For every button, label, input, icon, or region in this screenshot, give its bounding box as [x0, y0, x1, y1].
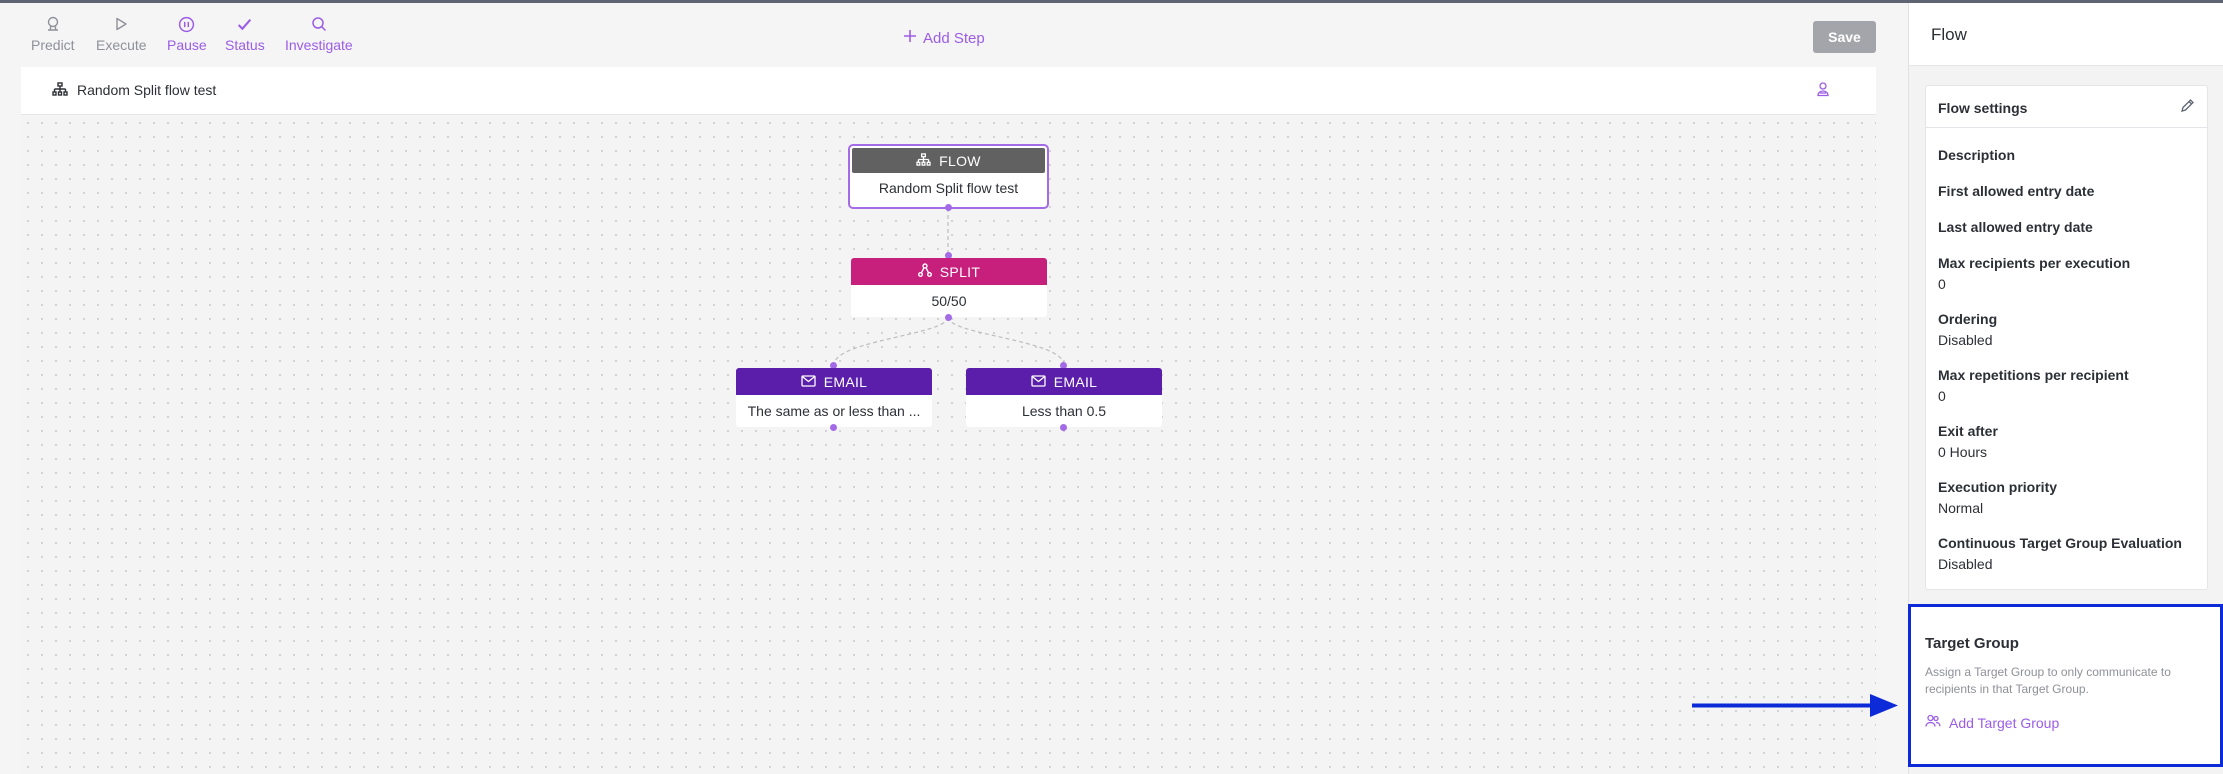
email-node-1[interactable]: EMAIL The same as or less than ... [736, 368, 932, 427]
plus-icon [903, 29, 917, 47]
email-node-header: EMAIL [966, 368, 1162, 395]
field-label: Last allowed entry date [1938, 219, 2093, 235]
email-node-text: Less than 0.5 [1021, 403, 1107, 419]
field-label: First allowed entry date [1938, 183, 2095, 199]
field-label: Description [1938, 147, 2016, 163]
flow-settings-title: Flow settings [1938, 100, 2028, 116]
split-node[interactable]: SPLIT 50/50 [851, 258, 1047, 317]
mail-icon [801, 374, 816, 390]
flow-title: Random Split flow test [77, 82, 217, 98]
status-label: Status [225, 37, 265, 53]
split-node-header: SPLIT [851, 258, 1047, 285]
predict-label: Predict [31, 37, 75, 53]
field-value: Normal [1938, 500, 1984, 516]
investigate-button[interactable]: Investigate [285, 15, 353, 53]
field-value: 0 [1938, 276, 1946, 292]
user-icon[interactable] [1816, 81, 1830, 102]
execute-label: Execute [96, 37, 147, 53]
canvas-header: Random Split flow test [21, 67, 1876, 115]
flow-node-text: Random Split flow test [878, 180, 1019, 196]
pause-button[interactable]: Pause [167, 15, 207, 53]
field-label: Max repetitions per recipient [1938, 367, 2129, 383]
add-step-button[interactable]: Add Step [903, 29, 985, 47]
field-execution-priority: Execution priority Normal [1938, 479, 2057, 516]
predict-button[interactable]: Predict [31, 15, 75, 53]
field-value: 0 Hours [1938, 444, 1988, 460]
panel-header: Flow [1909, 3, 2223, 66]
target-group-title: Target Group [1925, 635, 2019, 652]
save-button[interactable]: Save [1813, 21, 1876, 53]
field-value: 0 [1938, 388, 1946, 404]
field-max-repetitions: Max repetitions per recipient 0 [1938, 367, 2129, 404]
add-step-label: Add Step [923, 29, 985, 47]
field-exit-after: Exit after 0 Hours [1938, 423, 1998, 460]
target-group-description: Assign a Target Group to only communicat… [1925, 665, 2171, 696]
flow-node-type: FLOW [939, 152, 981, 169]
pause-icon [178, 15, 196, 33]
investigate-label: Investigate [285, 37, 353, 53]
target-group-card: Target Group Assign a Target Group to on… [1908, 604, 2223, 767]
email-node-header: EMAIL [736, 368, 932, 395]
field-value: Disabled [1938, 332, 1993, 348]
pencil-icon[interactable] [2180, 98, 2195, 118]
add-target-group-label: Add Target Group [1949, 714, 2060, 731]
field-label: Exit after [1938, 423, 1998, 439]
add-target-group-button[interactable]: Add Target Group [1925, 714, 2059, 731]
email-node-type: EMAIL [1053, 373, 1098, 390]
annotation-arrow-icon [1692, 694, 1898, 717]
field-max-recipients: Max recipients per execution 0 [1938, 255, 2130, 292]
field-first-allowed-entry-date: First allowed entry date [1938, 183, 2094, 199]
execute-button[interactable]: Execute [96, 15, 147, 53]
flow-node-header: FLOW [852, 148, 1045, 173]
field-last-allowed-entry-date: Last allowed entry date [1938, 219, 2093, 235]
split-icon [917, 263, 932, 280]
email-node-text: The same as or less than ... [747, 403, 921, 419]
users-icon [1925, 714, 1941, 731]
split-node-type: SPLIT [939, 263, 981, 280]
field-label: Continuous Target Group Evaluation [1938, 535, 2182, 551]
flow-node[interactable]: FLOW Random Split flow test [848, 144, 1049, 209]
status-button[interactable]: Status [225, 15, 265, 53]
flow-settings-header: Flow settings [1926, 86, 2207, 128]
field-ordering: Ordering Disabled [1938, 311, 1997, 348]
toolbar: Predict Execute Pause Status Investigate… [0, 3, 1908, 65]
flow-icon [52, 82, 68, 101]
email-node-2[interactable]: EMAIL Less than 0.5 [966, 368, 1162, 427]
search-icon [310, 15, 328, 33]
flow-node-output-handle[interactable] [945, 204, 952, 211]
play-icon [112, 15, 130, 33]
email-node-output-handle[interactable] [1060, 424, 1067, 431]
check-icon [236, 15, 254, 33]
split-node-text: 50/50 [931, 293, 967, 309]
field-continuous-target-group-evaluation: Continuous Target Group Evaluation Disab… [1938, 535, 2182, 572]
email-node-output-handle[interactable] [830, 424, 837, 431]
flow-icon [916, 152, 931, 169]
mail-icon [1031, 374, 1046, 390]
predict-icon [44, 15, 62, 33]
field-label: Ordering [1938, 311, 1998, 327]
panel-title: Flow [1931, 25, 1967, 44]
field-value: Disabled [1938, 556, 1993, 572]
field-description: Description [1938, 147, 2015, 163]
split-node-output-handle[interactable] [945, 314, 952, 321]
email-node-type: EMAIL [823, 373, 868, 390]
pause-label: Pause [167, 37, 207, 53]
field-label: Max recipients per execution [1938, 255, 2131, 271]
flow-settings-card: Flow settings Description First allowed … [1925, 85, 2208, 590]
field-label: Execution priority [1938, 479, 2058, 495]
flow-canvas[interactable] [21, 116, 1876, 774]
